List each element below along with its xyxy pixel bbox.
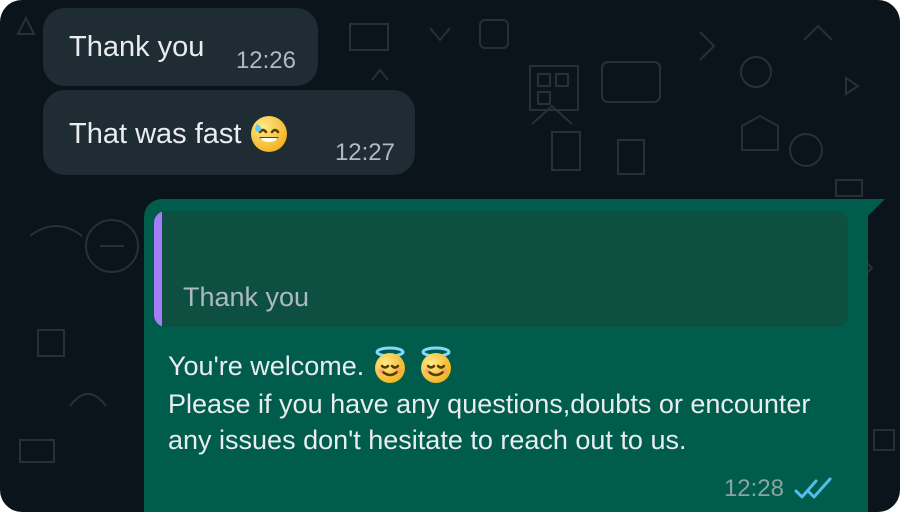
quoted-message-text: Thank you <box>183 282 310 312</box>
quote-accent-bar <box>154 211 162 327</box>
incoming-message[interactable]: That was fast 12:27 <box>43 90 415 175</box>
message-text: That was fast <box>69 118 242 150</box>
message-time: 12:26 <box>235 47 296 74</box>
message-line-1: You're welcome. <box>168 346 848 386</box>
grinning-face-with-sweat-icon <box>251 116 288 152</box>
incoming-message[interactable]: Thank you 12:26 <box>43 8 318 86</box>
message-body: You're welcome. Please if you have any q… <box>168 346 848 458</box>
message-text: You're welcome. <box>168 351 365 381</box>
message-text: Please if you have any questions,doubts … <box>168 389 811 455</box>
outgoing-message-tail <box>867 199 885 217</box>
smiling-face-with-halo-icon <box>421 346 452 383</box>
read-receipts-icon <box>794 477 832 499</box>
message-text-row: That was fast <box>69 114 289 154</box>
smiling-face-with-halo-icon <box>375 346 406 383</box>
quoted-message[interactable]: Thank you <box>154 211 848 327</box>
outgoing-message[interactable]: Thank you You're welcome. Please if you … <box>144 199 868 512</box>
message-time: 12:27 <box>334 139 395 166</box>
message-text: Thank you <box>69 31 205 63</box>
message-time: 12:28 <box>723 475 784 502</box>
chat-window: Thank you 12:26 That was fast 12:27 Than… <box>0 0 900 512</box>
